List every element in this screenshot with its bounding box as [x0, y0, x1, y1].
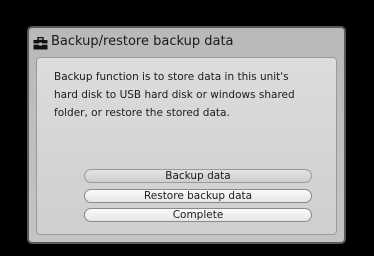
backup-restore-dialog: Backup/restore backup data Backup functi… — [27, 26, 346, 244]
restore-backup-data-button[interactable]: Restore backup data — [84, 189, 312, 203]
dialog-content-panel: Backup function is to store data in this… — [36, 57, 337, 235]
dialog-title: Backup/restore backup data — [51, 33, 234, 49]
dialog-message: Backup function is to store data in this… — [54, 71, 295, 119]
complete-button[interactable]: Complete — [84, 208, 312, 222]
toolbox-icon — [33, 35, 48, 49]
dialog-title-bar: Backup/restore backup data — [29, 28, 344, 54]
backup-data-button[interactable]: Backup data — [84, 169, 312, 183]
